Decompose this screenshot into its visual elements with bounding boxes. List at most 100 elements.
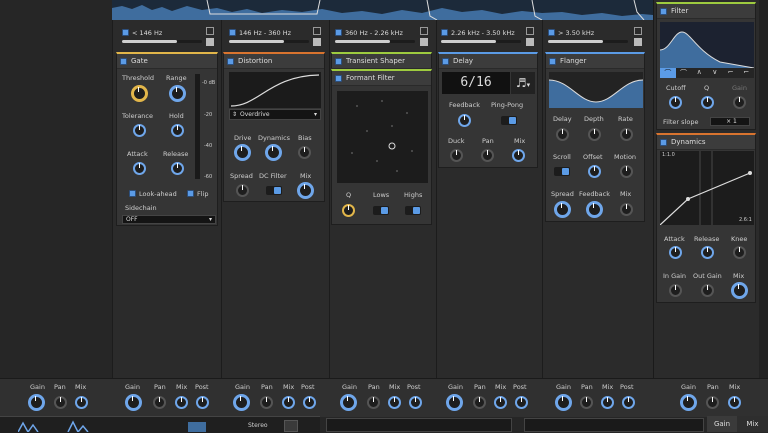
band-1-lock-icon[interactable] (206, 38, 214, 46)
distortion-mode-select[interactable]: ⇕ Overdrive ▾ (229, 109, 321, 120)
dynamics-enable[interactable] (660, 139, 667, 146)
highcut-filter-icon[interactable]: ⌐ (738, 68, 754, 78)
band-2-gain-knob[interactable] (233, 394, 250, 411)
band-3-lock-icon[interactable] (420, 38, 428, 46)
band-4-gain-knob[interactable] (446, 394, 463, 411)
delay-feedback-knob[interactable] (458, 114, 471, 127)
band-5-mix-knob[interactable] (601, 396, 614, 409)
band-1-mix-knob[interactable] (175, 396, 188, 409)
dynamics-knee-knob[interactable] (733, 246, 746, 259)
flanger-offset-knob[interactable] (588, 165, 601, 178)
delay-duck-knob[interactable] (450, 149, 463, 162)
dynamics-mix-knob[interactable] (731, 282, 748, 299)
flanger-mix-knob[interactable] (620, 203, 633, 216)
band-1-post-knob[interactable] (196, 396, 209, 409)
master-mix-knob[interactable] (75, 396, 88, 409)
band-4-mix-knob[interactable] (494, 396, 507, 409)
transient-enable[interactable] (335, 58, 342, 65)
flanger-delay-knob[interactable] (556, 128, 569, 141)
filter-response-display[interactable] (660, 22, 754, 68)
gate-threshold-knob[interactable] (131, 85, 148, 102)
dynamics-outgain-knob[interactable] (701, 284, 714, 297)
band-3-slider[interactable] (335, 40, 415, 43)
gate-attack-knob[interactable] (133, 162, 146, 175)
distortion-enable[interactable] (227, 58, 234, 65)
tab-mix[interactable]: Mix (737, 416, 768, 432)
spectrum-display[interactable] (112, 0, 653, 20)
band-5-post-knob[interactable] (622, 396, 635, 409)
flanger-motion-knob[interactable] (620, 165, 633, 178)
gate-sidechain-select[interactable]: OFF ▾ (122, 215, 216, 224)
tab-gain[interactable]: Gain (707, 416, 737, 432)
band-2-mix-knob[interactable] (282, 396, 295, 409)
distortion-curve-display[interactable] (229, 72, 321, 108)
band-2-menu-icon[interactable] (313, 27, 321, 35)
flanger-spread-knob[interactable] (554, 201, 571, 218)
band-5-lock-icon[interactable] (634, 38, 642, 46)
output-pan-knob[interactable] (706, 396, 719, 409)
band-4-pan-knob[interactable] (473, 396, 486, 409)
band-4-menu-icon[interactable] (526, 27, 534, 35)
delay-pan-knob[interactable] (481, 149, 494, 162)
dynamics-ingain-knob[interactable] (669, 284, 682, 297)
gate-hold-knob[interactable] (171, 124, 184, 137)
gate-lookahead-checkbox[interactable] (129, 190, 136, 197)
formant-xy-pad[interactable] (337, 91, 428, 183)
flanger-depth-knob[interactable] (588, 128, 601, 141)
notch-filter-icon[interactable]: ∨ (707, 68, 723, 78)
band-3-menu-icon[interactable] (420, 27, 428, 35)
band-3-mix-knob[interactable] (388, 396, 401, 409)
flanger-scroll-toggle[interactable] (554, 167, 570, 176)
formant-q-knob[interactable] (342, 204, 355, 217)
dynamics-curve-display[interactable] (660, 151, 754, 225)
gate-flip-checkbox[interactable] (187, 190, 194, 197)
peak-filter-icon[interactable]: ∧ (691, 68, 707, 78)
band-2-lock-icon[interactable] (313, 38, 321, 46)
band-5-slider[interactable] (548, 40, 628, 43)
band-3-gain-knob[interactable] (340, 394, 357, 411)
distortion-dynamics-knob[interactable] (265, 144, 282, 161)
distortion-spread-knob[interactable] (236, 184, 249, 197)
delay-enable[interactable] (442, 58, 449, 65)
output-gain-knob[interactable] (680, 394, 697, 411)
band-5-pan-knob[interactable] (580, 396, 593, 409)
band-3-pan-knob[interactable] (367, 396, 380, 409)
lowshelf-filter-icon[interactable]: ⌒ (676, 68, 692, 78)
distortion-bias-knob[interactable] (298, 146, 311, 159)
gate-release-knob[interactable] (171, 162, 184, 175)
dynamics-attack-knob[interactable] (669, 246, 682, 259)
delay-pingpong-toggle[interactable] (501, 116, 517, 125)
right-scrollbar[interactable] (759, 0, 768, 380)
band-1-gain-knob[interactable] (125, 394, 142, 411)
flanger-rate-knob[interactable] (620, 128, 633, 141)
distortion-drive-knob[interactable] (234, 144, 251, 161)
band-1-menu-icon[interactable] (206, 27, 214, 35)
dynamics-release-knob[interactable] (701, 246, 714, 259)
band-1-slider[interactable] (122, 40, 202, 43)
band-5-gain-knob[interactable] (555, 394, 572, 411)
output-mix-knob[interactable] (728, 396, 741, 409)
band-5-enable[interactable] (548, 29, 555, 36)
band-2-slider[interactable] (229, 40, 309, 43)
band-2-post-knob[interactable] (303, 396, 316, 409)
filter-type-bar[interactable]: ⌒ ⌒ ∧ ∨ ⌐ ⌐ (660, 68, 754, 78)
master-pan-knob[interactable] (54, 396, 67, 409)
band-4-enable[interactable] (441, 29, 448, 36)
highshelf-filter-icon[interactable]: ⌐ (723, 68, 739, 78)
band-2-pan-knob[interactable] (260, 396, 273, 409)
band-1-pan-knob[interactable] (153, 396, 166, 409)
formant-enable[interactable] (335, 75, 342, 82)
band-4-lock-icon[interactable] (526, 38, 534, 46)
filter-gain-knob[interactable] (733, 96, 746, 109)
filter-cutoff-knob[interactable] (669, 96, 682, 109)
band-3-enable[interactable] (335, 29, 342, 36)
band-2-enable[interactable] (229, 29, 236, 36)
delay-mix-knob[interactable] (512, 149, 525, 162)
flanger-enable[interactable] (549, 58, 556, 65)
flanger-feedback-knob[interactable] (586, 201, 603, 218)
band-3-post-knob[interactable] (409, 396, 422, 409)
band-4-post-knob[interactable] (515, 396, 528, 409)
master-gain-knob[interactable] (28, 394, 45, 411)
filter-slope-select[interactable]: × 1 (710, 117, 750, 126)
filter-q-knob[interactable] (701, 96, 714, 109)
